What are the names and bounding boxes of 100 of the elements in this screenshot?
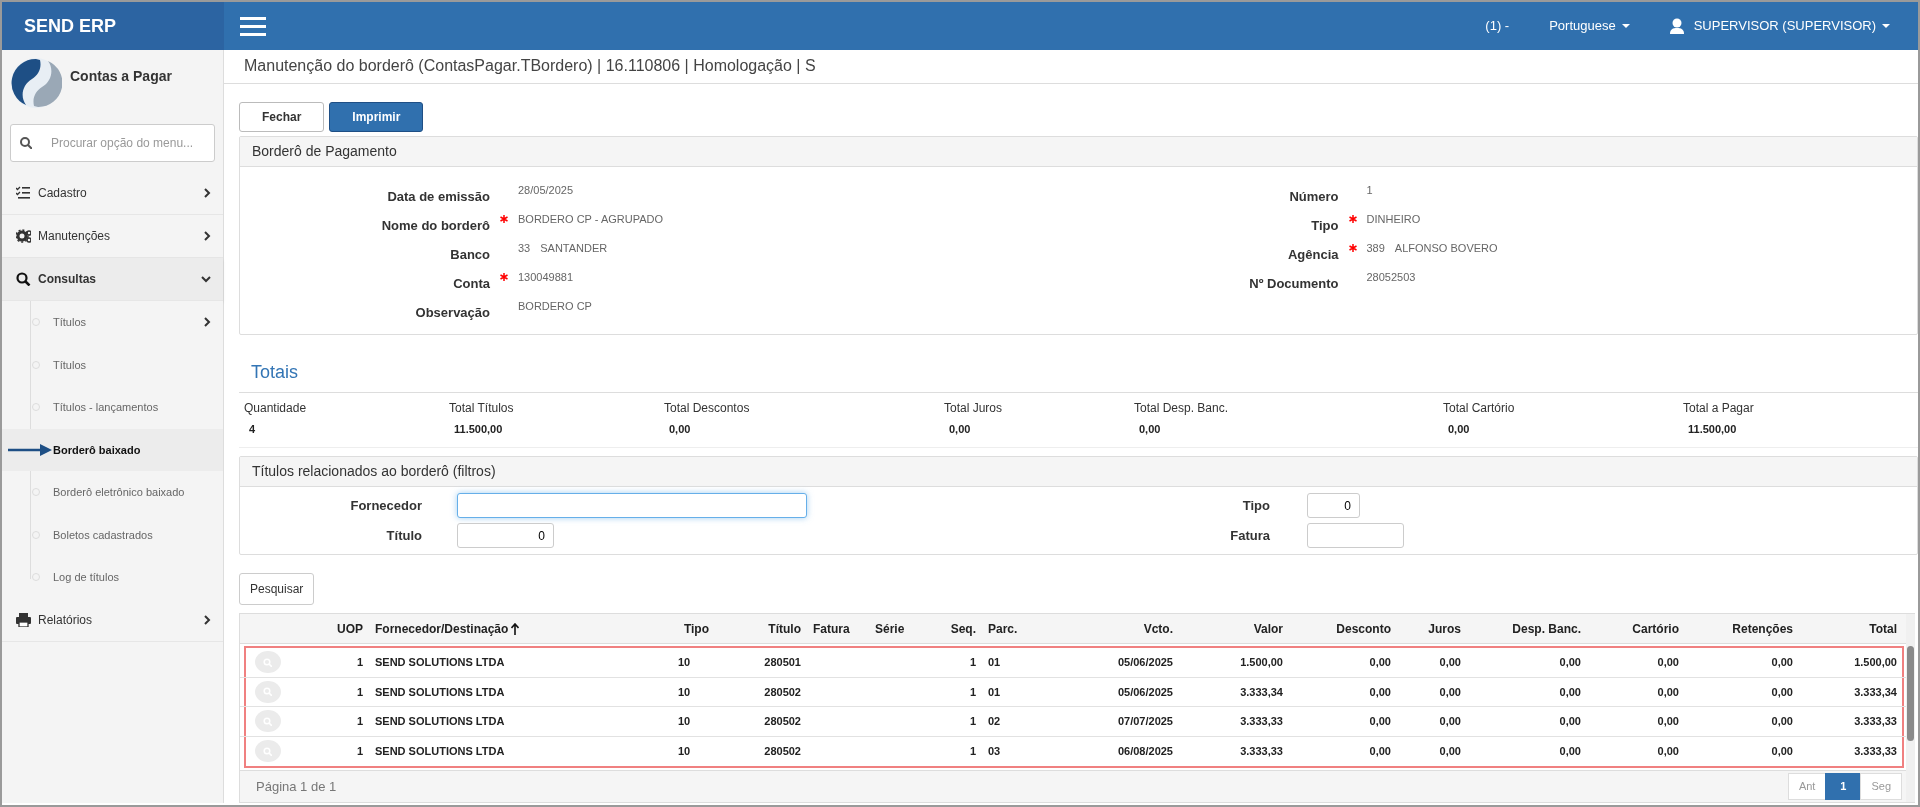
table-cell-text: 1 (356, 714, 363, 729)
table-cell-text: 0,00 (1369, 744, 1391, 759)
submenu-item[interactable]: Borderô baixado (2, 428, 223, 471)
search-button[interactable]: Pesquisar (239, 573, 315, 605)
field-value: SANTANDER (540, 240, 608, 256)
menu-search-field[interactable]: Procurar opção do menu... (10, 124, 215, 162)
total-value: 0,00 (1138, 421, 1162, 437)
table-cell-text: 0,00 (1559, 714, 1581, 729)
table-cell-text: 0,00 (1369, 684, 1391, 700)
column-header[interactable]: Seq. (925, 614, 980, 643)
table-cell-text: 3.333,34 (1240, 684, 1283, 700)
field-label: Número (1288, 187, 1339, 206)
field-label: Nº Documento (1248, 274, 1339, 293)
search-icon (16, 272, 31, 286)
field-label: Observação (414, 303, 490, 322)
submenu-item[interactable]: Títulos - lançamentos (2, 386, 223, 429)
input-field[interactable]: 0 (1307, 493, 1360, 518)
column-header[interactable]: Retenções (1683, 614, 1797, 643)
column-header[interactable]: Cartório (1585, 614, 1683, 643)
table-cell-text: 0,00 (1439, 714, 1461, 729)
input-field[interactable] (1307, 523, 1404, 548)
input-field[interactable] (457, 493, 807, 518)
field-label: Data de emissão (386, 187, 490, 206)
field-value: BORDERO CP (518, 298, 592, 314)
required-icon (500, 214, 508, 223)
field-label: Nome do borderô (380, 216, 490, 235)
user-menu[interactable]: SUPERVISOR (SUPERVISOR) (1669, 16, 1890, 36)
table-cell-text: 280502 (764, 744, 801, 759)
column-header[interactable]: Vcto. (1035, 614, 1177, 643)
table-cell-text: 0,00 (1657, 684, 1679, 700)
total-label: Total Cartório (1443, 399, 1516, 417)
scrollbar[interactable] (1906, 614, 1915, 802)
print-button[interactable]: Imprimir (329, 101, 424, 132)
close-button[interactable]: Fechar (239, 101, 325, 132)
submenu-item[interactable]: Títulos (2, 343, 223, 386)
table-cell-text: 03 (988, 744, 1001, 759)
table-cell-text: 07/07/2025 (1117, 714, 1173, 729)
table-cell-text: 0,00 (1439, 744, 1461, 759)
total-label: Total Desp. Banc. (1134, 399, 1230, 417)
menu-item[interactable]: Consultas (2, 258, 223, 301)
column-header[interactable]: Fornecedor/Destinação (367, 614, 655, 643)
table-cell-text: 1 (969, 655, 976, 670)
column-header[interactable]: Valor (1177, 614, 1287, 643)
total-label: Quantidade (244, 399, 308, 417)
table-cell-text: 10 (677, 714, 691, 729)
column-header[interactable]: Total (1797, 614, 1901, 643)
column-header[interactable]: Desconto (1287, 614, 1395, 643)
logo-icon (10, 57, 62, 109)
table-cell-text: SEND SOLUTIONS LTDA (375, 655, 505, 670)
table-cell-text: 1.500,00 (1240, 655, 1283, 670)
chevron-right-icon (203, 231, 211, 241)
table-cell-text: 280502 (764, 684, 801, 700)
table-cell-text: 0,00 (1439, 655, 1461, 670)
table-cell-text: 0,00 (1559, 684, 1581, 700)
column-header[interactable]: Fatura (805, 614, 867, 643)
language-dropdown[interactable]: Portuguese (1549, 16, 1630, 36)
table-cell-text: 01 (988, 655, 1001, 670)
chevron-right-icon (203, 317, 211, 328)
column-header[interactable]: UOP (295, 614, 367, 643)
column-header[interactable]: Desp. Banc. (1465, 614, 1585, 643)
table-cell-text: 0,00 (1369, 714, 1391, 729)
table-cell-text: SEND SOLUTIONS LTDA (375, 744, 505, 759)
column-header[interactable]: Tipo (655, 614, 713, 643)
total-label: Total Juros (944, 399, 1004, 417)
submenu-item[interactable]: Log de títulos (2, 556, 223, 599)
chevron-right-icon (203, 614, 211, 625)
field-label: Fornecedor (349, 496, 422, 515)
required-icon (500, 272, 508, 281)
field-label: Agência (1286, 245, 1339, 264)
total-label: Total a Pagar (1683, 399, 1755, 417)
total-label: Total Títulos (449, 399, 515, 417)
company-label: (1) - (1485, 17, 1510, 36)
table-cell-text: 05/06/2025 (1117, 684, 1173, 700)
total-value: 0,00 (668, 421, 692, 437)
total-value: 11.500,00 (1687, 421, 1738, 437)
table-cell-text: 3.333,34 (1854, 684, 1897, 700)
search-icon (20, 137, 32, 149)
field-code: 33 (518, 240, 531, 256)
column-header[interactable]: Título (713, 614, 805, 643)
required-icon (1348, 243, 1357, 252)
table-cell-text: SEND SOLUTIONS LTDA (375, 714, 505, 729)
total-value: 0,00 (948, 421, 972, 437)
input-field[interactable]: 0 (457, 523, 554, 548)
field-value: ALFONSO BOVERO (1394, 240, 1498, 256)
submenu-item[interactable]: Boletos cadastrados (2, 513, 223, 556)
table-cell-text: 0,00 (1657, 655, 1679, 670)
printer-icon (16, 612, 31, 627)
table-cell-text: 1 (356, 684, 363, 700)
caret-icon (1882, 24, 1890, 28)
field-label: Tipo (1310, 216, 1339, 235)
submenu-item[interactable]: Títulos (2, 301, 223, 344)
page-button[interactable]: 1 (1825, 773, 1862, 800)
chevron-right-icon (203, 188, 211, 198)
column-header[interactable]: Parc. (980, 614, 1035, 643)
column-header[interactable]: Série (867, 614, 925, 643)
column-header[interactable]: Juros (1395, 614, 1465, 643)
field-value: BORDERO CP - AGRUPADO (518, 211, 664, 227)
submenu-item[interactable]: Borderô eletrônico baixado (2, 471, 223, 514)
table-cell-text: 3.333,33 (1854, 744, 1897, 759)
caret-icon (1621, 24, 1630, 28)
